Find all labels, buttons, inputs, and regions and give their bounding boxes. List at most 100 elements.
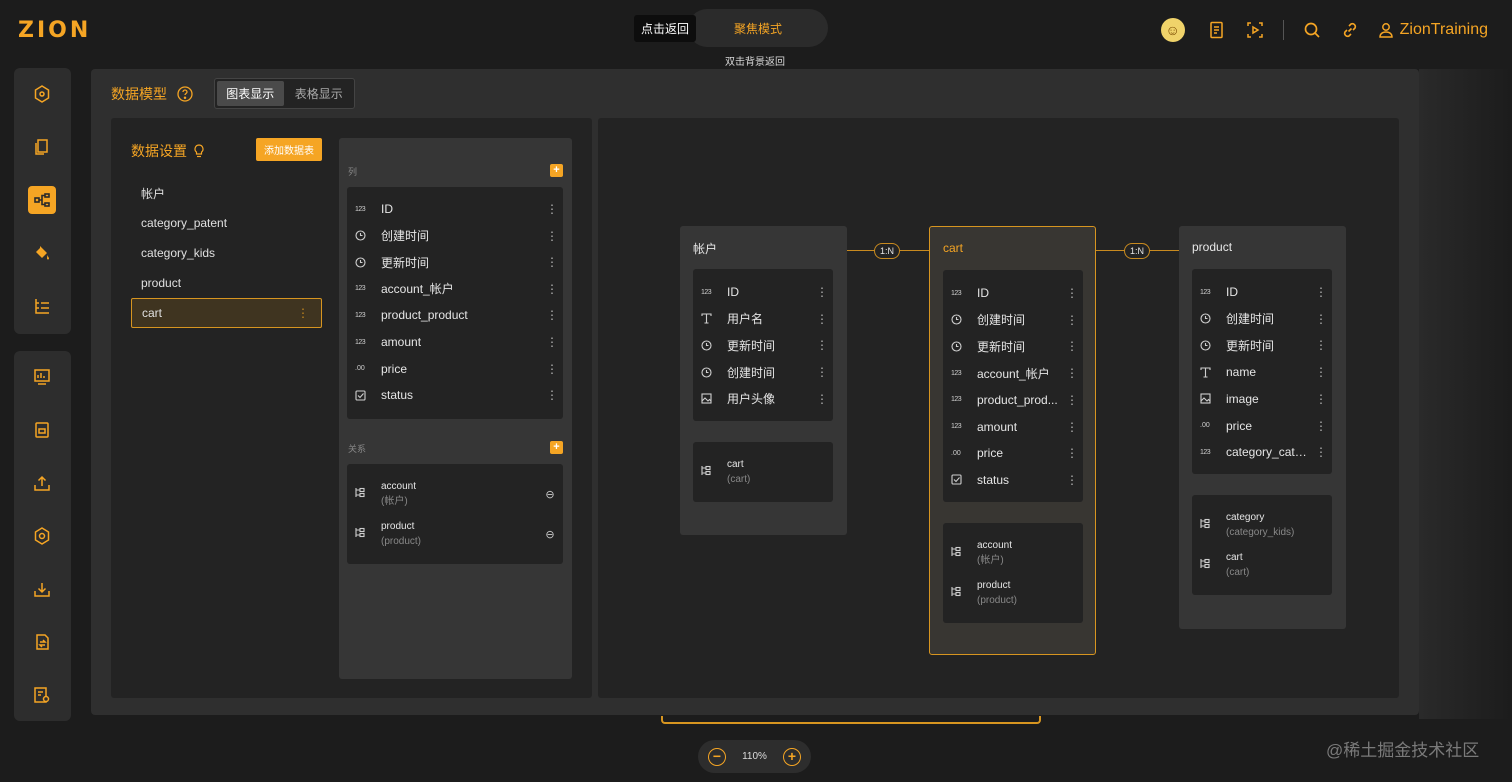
more-icon[interactable]: ⋮ (541, 282, 563, 296)
relation-row[interactable]: cart (cart) (693, 454, 833, 490)
relation-row[interactable]: product (product) (943, 575, 1083, 611)
entity-card[interactable]: product 123 ID ⋮ 创建时间 ⋮ 更新时间 ⋮ name ⋮ image ⋮ .00 pri… (1179, 226, 1346, 629)
zoom-in-icon[interactable]: + (783, 747, 801, 766)
more-icon[interactable]: ⋮ (297, 306, 309, 320)
more-icon[interactable]: ⋮ (1310, 445, 1332, 459)
more-icon[interactable]: ⋮ (1310, 285, 1332, 299)
more-icon[interactable]: ⋮ (541, 362, 563, 376)
more-icon[interactable]: ⋮ (541, 388, 563, 402)
rail-home-icon[interactable] (28, 80, 56, 108)
rail-settings-icon[interactable] (28, 522, 56, 550)
more-icon[interactable]: ⋮ (1061, 339, 1083, 353)
more-icon[interactable]: ⋮ (1310, 338, 1332, 352)
add-table-button[interactable]: 添加数据表 (256, 138, 322, 161)
field-row[interactable]: 123 account_帐户 ⋮ (943, 360, 1083, 386)
field-row[interactable]: 123 product_product ⋮ (347, 302, 563, 328)
relation-row[interactable]: category (category_kids) (1192, 507, 1332, 543)
cardinality-badge[interactable]: 1:N (1124, 243, 1151, 259)
field-row[interactable]: image ⋮ (1192, 386, 1332, 412)
field-row[interactable]: 123 product_prod... ⋮ (943, 387, 1083, 413)
rail-doc-settings-icon[interactable] (28, 681, 56, 709)
more-icon[interactable]: ⋮ (811, 312, 833, 326)
more-icon[interactable]: ⋮ (811, 365, 833, 379)
field-row[interactable]: 123 account_帐户 ⋮ (347, 276, 563, 302)
field-row[interactable]: status ⋮ (347, 382, 563, 408)
relation-row[interactable]: account (帐户) (943, 535, 1083, 571)
table-item[interactable]: category_patent (131, 208, 322, 238)
field-row[interactable]: 用户名 ⋮ (693, 306, 833, 332)
add-relation-button[interactable]: + (550, 441, 563, 454)
more-icon[interactable]: ⋮ (1310, 365, 1332, 379)
document-icon[interactable] (1207, 20, 1227, 40)
more-icon[interactable]: ⋮ (811, 392, 833, 406)
rail-data-model-icon[interactable] (28, 186, 56, 214)
field-row[interactable]: 用户头像 ⋮ (693, 386, 833, 412)
tab-table-view[interactable]: 表格显示 (286, 81, 353, 106)
field-row[interactable]: 创建时间 ⋮ (347, 223, 563, 249)
tab-chart-view[interactable]: 图表显示 (217, 81, 284, 106)
focus-mode-button[interactable]: 聚焦模式 (688, 9, 828, 47)
more-icon[interactable]: ⋮ (811, 338, 833, 352)
more-icon[interactable]: ⋮ (1310, 419, 1332, 433)
rail-pages-icon[interactable] (28, 133, 56, 161)
more-icon[interactable]: ⋮ (1061, 366, 1083, 380)
cardinality-badge[interactable]: 1:N (874, 243, 901, 259)
table-item-selected[interactable]: cart ⋮ (131, 298, 322, 328)
rail-save-icon[interactable] (28, 416, 56, 444)
search-icon[interactable] (1302, 20, 1322, 40)
field-row[interactable]: 更新时间 ⋮ (347, 249, 563, 275)
rail-paint-icon[interactable] (28, 239, 56, 267)
rail-sync-icon[interactable] (28, 628, 56, 656)
field-row[interactable]: 123 ID ⋮ (693, 279, 833, 305)
more-icon[interactable]: ⋮ (541, 308, 563, 322)
more-icon[interactable]: ⋮ (1061, 446, 1083, 460)
field-row[interactable]: 123 category_cate... ⋮ (1192, 439, 1332, 465)
table-item[interactable]: product (131, 268, 322, 298)
more-icon[interactable]: ⋮ (541, 255, 563, 269)
remove-circle-icon[interactable]: ⊖ (537, 528, 563, 541)
relation-row[interactable]: product (product) ⊖ (347, 516, 563, 552)
table-item[interactable]: category_kids (131, 238, 322, 268)
table-item[interactable]: 帐户 (131, 178, 322, 208)
field-row[interactable]: .00 price ⋮ (1192, 413, 1332, 439)
rail-download-icon[interactable] (28, 575, 56, 603)
avatar[interactable]: ☺ (1160, 18, 1185, 42)
entity-card[interactable]: cart 123 ID ⋮ 创建时间 ⋮ 更新时间 ⋮ 123 account_帐户 ⋮ 123 pro… (929, 226, 1096, 655)
field-row[interactable]: 123 amount ⋮ (347, 329, 563, 355)
entity-card[interactable]: 帐户 123 ID ⋮ 用户名 ⋮ 更新时间 ⋮ 创建时间 ⋮ 用户头像 ⋮ cart (cart) (680, 226, 847, 535)
field-row[interactable]: 创建时间 ⋮ (1192, 306, 1332, 332)
relation-row[interactable]: cart (cart) (1192, 547, 1332, 583)
field-row[interactable]: 123 ID ⋮ (347, 196, 563, 222)
field-row[interactable]: 更新时间 ⋮ (693, 332, 833, 358)
more-icon[interactable]: ⋮ (541, 229, 563, 243)
field-row[interactable]: 创建时间 ⋮ (943, 307, 1083, 333)
field-row[interactable]: .00 price ⋮ (943, 440, 1083, 466)
relation-row[interactable]: account (帐户) ⊖ (347, 476, 563, 512)
more-icon[interactable]: ⋮ (1061, 313, 1083, 327)
more-icon[interactable]: ⋮ (1310, 312, 1332, 326)
more-icon[interactable]: ⋮ (1061, 393, 1083, 407)
more-icon[interactable]: ⋮ (541, 335, 563, 349)
link-icon[interactable] (1340, 20, 1360, 40)
more-icon[interactable]: ⋮ (1061, 420, 1083, 434)
field-row[interactable]: 123 ID ⋮ (1192, 279, 1332, 305)
field-row[interactable]: 更新时间 ⋮ (1192, 332, 1332, 358)
diagram-canvas[interactable]: 1:N 1:N 帐户 123 ID ⋮ 用户名 ⋮ 更新时间 ⋮ 创建时间 ⋮ 用户头像 ⋮ cart (… (598, 118, 1399, 698)
zion-logo[interactable]: ZION (18, 18, 91, 43)
help-icon[interactable] (177, 86, 193, 102)
field-row[interactable]: 更新时间 ⋮ (943, 333, 1083, 359)
more-icon[interactable]: ⋮ (1061, 473, 1083, 487)
field-row[interactable]: status ⋮ (943, 467, 1083, 493)
more-icon[interactable]: ⋮ (1061, 286, 1083, 300)
field-row[interactable]: name ⋮ (1192, 359, 1332, 385)
more-icon[interactable]: ⋮ (1310, 392, 1332, 406)
remove-circle-icon[interactable]: ⊖ (537, 488, 563, 501)
rail-dashboard-icon[interactable] (28, 363, 56, 391)
rail-upload-icon[interactable] (28, 469, 56, 497)
add-column-button[interactable]: + (550, 164, 563, 177)
user-menu[interactable]: ZionTraining (1378, 21, 1488, 39)
more-icon[interactable]: ⋮ (811, 285, 833, 299)
zoom-out-icon[interactable]: − (708, 747, 726, 766)
rail-tree-icon[interactable] (28, 292, 56, 320)
more-icon[interactable]: ⋮ (541, 202, 563, 216)
